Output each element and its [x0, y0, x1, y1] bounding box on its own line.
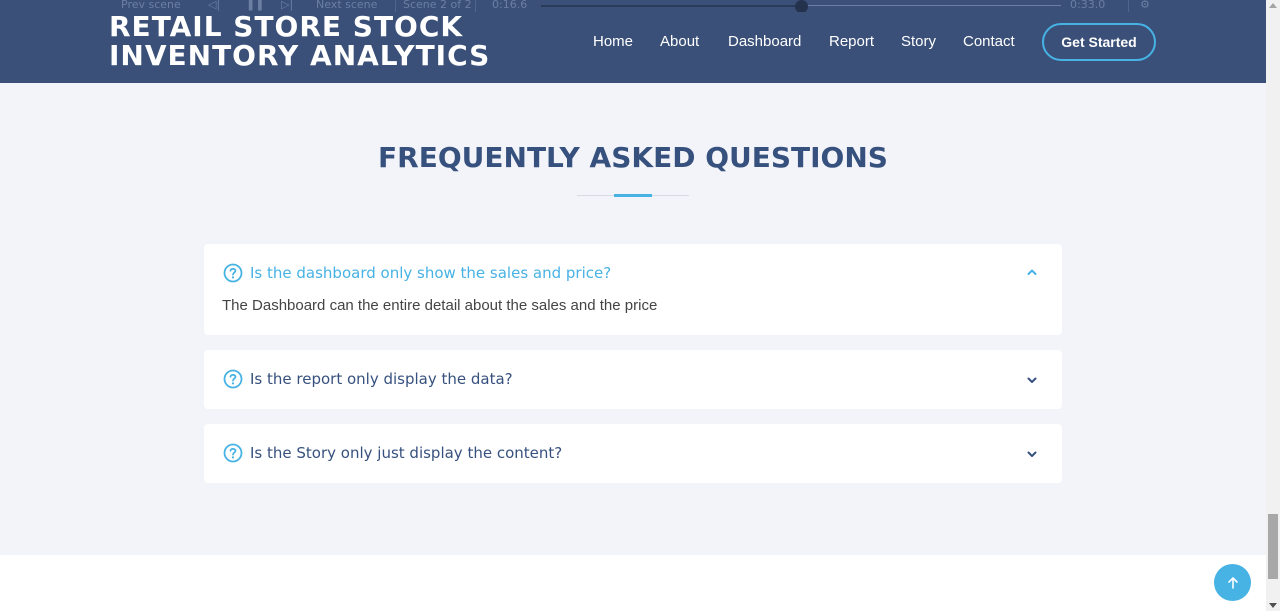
title-divider-accent	[614, 194, 652, 197]
nav-about[interactable]: About	[660, 33, 699, 50]
nav-dashboard[interactable]: Dashboard	[728, 33, 801, 50]
faq-item: Is the dashboard only show the sales and…	[204, 244, 1062, 335]
faq-item[interactable]: Is the Story only just display the conte…	[204, 424, 1062, 483]
scrollbar-thumb[interactable]	[1268, 514, 1278, 579]
brand-line-2: INVENTORY ANALYTICS	[109, 39, 491, 72]
faq-question[interactable]: Is the Story only just display the conte…	[250, 444, 562, 462]
next-section	[0, 555, 1266, 611]
chevron-down-icon[interactable]	[1026, 448, 1038, 460]
chevron-down-icon[interactable]	[1026, 374, 1038, 386]
nav-home[interactable]: Home	[593, 33, 633, 50]
nav-contact[interactable]: Contact	[963, 33, 1015, 50]
faq-item[interactable]: Is the report only display the data?	[204, 350, 1062, 409]
question-circle-icon	[223, 369, 243, 389]
nav-story[interactable]: Story	[901, 33, 936, 50]
brand-line-1: RETAIL STORE STOCK	[109, 10, 464, 43]
total-time: 0:33.0	[1070, 0, 1106, 11]
question-circle-icon	[223, 263, 243, 283]
faq-answer: The Dashboard can the entire detail abou…	[222, 297, 658, 314]
get-started-button[interactable]: Get Started	[1042, 23, 1156, 61]
scroll-down-arrow-icon[interactable]	[1269, 603, 1277, 608]
playback-progress	[541, 5, 801, 7]
section-title: FREQUENTLY ASKED QUESTIONS	[378, 141, 888, 174]
arrow-up-icon	[1227, 576, 1238, 589]
faq-question[interactable]: Is the dashboard only show the sales and…	[250, 264, 611, 282]
scroll-up-arrow-icon[interactable]	[1269, 3, 1277, 8]
question-circle-icon	[223, 443, 243, 463]
settings-icon[interactable]: ⚙	[1140, 0, 1150, 11]
faq-question[interactable]: Is the report only display the data?	[250, 370, 513, 388]
chevron-up-icon[interactable]	[1026, 266, 1038, 278]
current-time: 0:16.6	[492, 0, 528, 11]
nav-report[interactable]: Report	[829, 33, 874, 50]
playback-scrubber[interactable]	[795, 0, 808, 12]
back-to-top-button[interactable]	[1214, 564, 1251, 601]
site-header: Prev scene ◁| ❚❚ ▷| Next scene Scene 2 o…	[0, 0, 1266, 83]
site-logo[interactable]: RETAIL STORE STOCK INVENTORY ANALYTICS	[109, 12, 490, 70]
